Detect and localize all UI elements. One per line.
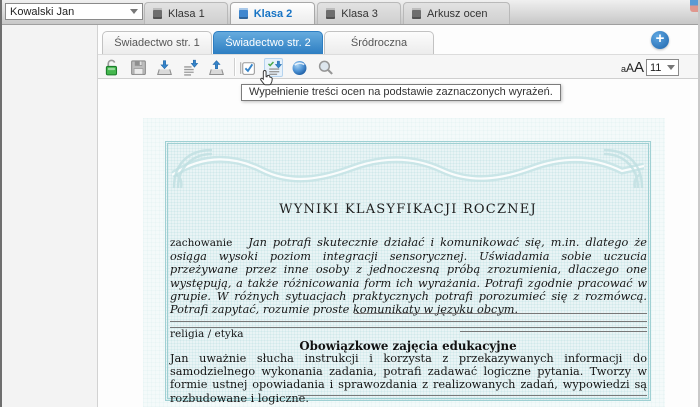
add-page-button[interactable]: + bbox=[651, 31, 669, 49]
import-tray-icon[interactable] bbox=[155, 58, 174, 77]
tab-label: Świadectwo str. 1 bbox=[114, 37, 200, 49]
fill-rule bbox=[354, 313, 647, 314]
export-tray-icon[interactable] bbox=[207, 58, 226, 77]
hand-cursor-icon bbox=[258, 69, 275, 87]
class-tabs: Klasa 1 Klasa 2 Klasa 3 Arkusz ocen bbox=[144, 2, 510, 24]
student-selector[interactable]: Kowalski Jan bbox=[5, 3, 143, 20]
fill-rule bbox=[298, 395, 647, 396]
document-area[interactable]: WYNIKI KLASYFIKACJI ROCZNEJ zachowanieJa… bbox=[98, 79, 700, 407]
tab-swiadectwo-str-2[interactable]: Świadectwo str. 2 bbox=[213, 31, 323, 54]
empty-rule bbox=[170, 321, 647, 322]
student-selector-value: Kowalski Jan bbox=[10, 6, 127, 18]
import-text-icon[interactable] bbox=[181, 58, 200, 77]
behavior-label: zachowanie bbox=[170, 237, 232, 249]
notebook-icon bbox=[412, 8, 421, 19]
behavior-paragraph[interactable]: zachowanieJan potrafi skutecznie działać… bbox=[170, 236, 647, 316]
behavior-text: Jan potrafi skutecznie działać i komunik… bbox=[170, 236, 647, 316]
notebook-icon bbox=[153, 8, 162, 19]
chevron-down-icon bbox=[667, 65, 675, 70]
save-icon[interactable] bbox=[129, 58, 148, 77]
subjects-paragraph[interactable]: Jan uważnie słucha instrukcji i korzysta… bbox=[170, 352, 647, 405]
tab-swiadectwo-str-1[interactable]: Świadectwo str. 1 bbox=[102, 31, 212, 54]
certificate-title: WYNIKI KLASYFIKACJI ROCZNEJ bbox=[168, 202, 648, 217]
certificate-editor-panel: Świadectwo str. 1 Świadectwo str. 2 Śród… bbox=[97, 25, 700, 407]
tab-klasa-1[interactable]: Klasa 1 bbox=[144, 2, 228, 24]
certificate-frame: WYNIKI KLASYFIKACJI ROCZNEJ zachowanieJa… bbox=[165, 141, 651, 401]
tab-label: Klasa 3 bbox=[341, 8, 378, 20]
chevron-down-icon bbox=[130, 9, 138, 14]
left-gutter bbox=[4, 25, 97, 407]
unlock-icon[interactable] bbox=[103, 58, 122, 77]
font-large-label: A bbox=[634, 59, 644, 76]
font-size-selector[interactable]: 11 bbox=[646, 59, 679, 76]
tab-label: Klasa 2 bbox=[254, 8, 293, 20]
clipped-corner-icon bbox=[690, 0, 700, 12]
validate-checkbox-icon[interactable] bbox=[238, 58, 257, 77]
zoom-search-icon[interactable] bbox=[316, 58, 335, 77]
mandatory-subjects-heading: Obowiązkowe zajęcia edukacyjne bbox=[168, 339, 648, 353]
top-bar: Kowalski Jan Klasa 1 Klasa 2 Klasa 3 Ark… bbox=[2, 0, 700, 25]
toolbar-separator bbox=[234, 58, 235, 76]
globe-preview-icon[interactable] bbox=[290, 58, 309, 77]
notebook-icon bbox=[326, 8, 335, 19]
tab-label: Śródroczna bbox=[351, 37, 407, 49]
tab-klasa-2[interactable]: Klasa 2 bbox=[230, 2, 316, 24]
corner-flourish-icon bbox=[600, 146, 646, 192]
page-tabs: Świadectwo str. 1 Świadectwo str. 2 Śród… bbox=[102, 31, 434, 54]
half-rule bbox=[460, 331, 647, 332]
tab-klasa-3[interactable]: Klasa 3 bbox=[317, 2, 401, 24]
tab-srodroczna[interactable]: Śródroczna bbox=[324, 31, 434, 54]
notebook-icon bbox=[239, 8, 248, 19]
tab-label: Klasa 1 bbox=[168, 8, 205, 20]
certificate-page: WYNIKI KLASYFIKACJI ROCZNEJ zachowanieJa… bbox=[143, 118, 665, 407]
font-medium-label: A bbox=[626, 61, 634, 75]
tab-label: Arkusz ocen bbox=[427, 8, 488, 20]
fill-expressions-tooltip: Wypełnienie treści ocen na podstawie zaz… bbox=[241, 84, 561, 101]
toolbar: aAA 11 bbox=[98, 54, 700, 79]
tab-label: Świadectwo str. 2 bbox=[225, 37, 311, 49]
tab-arkusz-ocen[interactable]: Arkusz ocen bbox=[403, 2, 511, 24]
corner-flourish-icon bbox=[170, 146, 216, 192]
font-size-buttons[interactable]: aAA bbox=[621, 59, 644, 76]
font-size-value: 11 bbox=[650, 62, 664, 74]
guilloche-wave-decoration bbox=[172, 149, 644, 183]
